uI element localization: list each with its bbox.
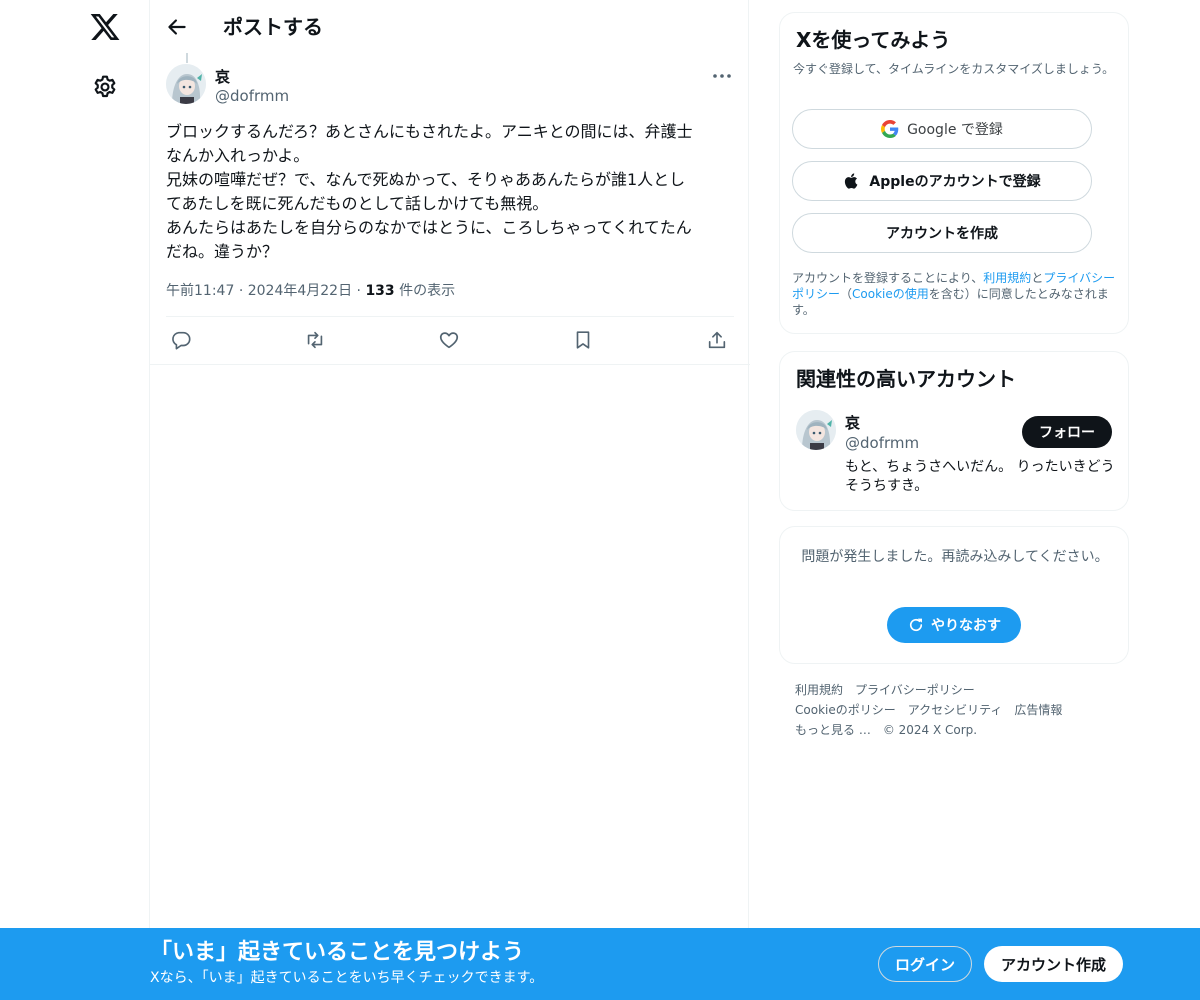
bookmark-icon[interactable] [572,329,594,351]
repost-icon[interactable] [304,329,326,351]
related-title: 関連性の高いアカウント [796,367,1016,391]
post-line: ブロックするんだろ？あとさんにもされたよ。アニキとの間には、弁護士 [166,122,693,141]
apple-signup-label: Appleのアカウントで登録 [869,174,1041,190]
post-line: なんか入れっかよ。 [166,146,310,165]
reply-icon[interactable] [170,329,192,351]
heart-icon[interactable] [438,329,460,351]
bottom-bar-title: 「いま」起きていることを見つけよう [150,940,525,965]
signup-button[interactable]: アカウント作成 [984,946,1123,982]
post-meta: 午前11:47 · 2024年4月22日 · 133 件の表示 [166,281,455,301]
avatar[interactable] [166,64,206,104]
share-icon[interactable] [706,329,728,351]
retry-label: やりなおす [931,618,1001,634]
legal-prefix: アカウントを登録することにより、 [792,271,984,285]
login-button[interactable]: ログイン [878,946,972,982]
legal-text: アカウントを登録することにより、利用規約とプライバシーポリシー（Cookieの使… [792,270,1122,318]
author-handle[interactable]: @dofrmm [215,87,289,105]
signup-subtitle: 今すぐ登録して、タイムラインをカスタマイズしましょう。 [793,62,1115,76]
post-text: ブロックするんだろ？あとさんにもされたよ。アニキとの間には、弁護士 なんか入れっ… [166,120,738,264]
follow-button[interactable]: フォロー [1022,416,1112,448]
gear-icon[interactable] [92,74,118,100]
x-logo-icon[interactable] [89,11,121,43]
avatar-image [796,410,836,450]
meta-separator: · [238,283,244,299]
related-account-handle[interactable]: @dofrmm [845,434,919,452]
footer-row: Cookieのポリシー アクセシビリティ 広告情報 [795,700,1125,720]
google-signup-button[interactable]: Google で登録 [792,109,1092,149]
post-date[interactable]: 2024年4月22日 [248,283,352,299]
error-card: 問題が発生しました。再読み込みしてください。 やりなおす [779,526,1129,664]
page-title: ポストする [223,15,323,39]
post-line: あんたらはあたしを自分らのなかではとうに、ころしちゃってくれてたん [166,218,692,237]
signup-card: Xを使ってみよう 今すぐ登録して、タイムラインをカスタマイズしましょう。 Goo… [779,12,1129,334]
more-dots-icon[interactable] [710,66,734,86]
post-line: てあたしを既に死んだものとして話しかけても無視。 [166,194,549,213]
footer-link-ads[interactable]: 広告情報 [1014,703,1062,717]
footer-row: もっと見る … © 2024 X Corp. [795,720,1125,740]
related-account-name[interactable]: 哀 [845,412,860,433]
footer-link-more[interactable]: もっと見る … [795,723,871,737]
footer-row: 利用規約 プライバシーポリシー [795,680,1125,700]
header: ポストする [150,0,750,53]
google-signup-label: Google で登録 [907,122,1003,138]
bottom-signup-bar: 「いま」起きていることを見つけよう Xなら、「いま」起きていることをいち早くチェ… [0,928,1200,1000]
apple-icon [845,173,858,189]
post-actions [166,316,734,364]
footer-link-terms[interactable]: 利用規約 [795,683,843,697]
divider [150,364,750,365]
create-account-button[interactable]: アカウントを作成 [792,213,1092,253]
google-icon [881,120,899,138]
footer-copyright: © 2024 X Corp. [882,723,978,737]
bottom-bar-subtitle: Xなら、「いま」起きていることをいち早くチェックできます。 [150,970,544,986]
footer-link-privacy[interactable]: プライバシーポリシー [855,683,975,697]
cookie-link[interactable]: Cookieの使用 [852,287,929,301]
signup-title: Xを使ってみよう [796,28,951,52]
footer-link-accessibility[interactable]: アクセシビリティ [908,703,1003,717]
post-time[interactable]: 午前11:47 [166,283,234,299]
retry-button[interactable]: やりなおす [887,607,1021,643]
arrow-left-icon[interactable] [164,14,190,40]
refresh-icon [909,618,923,632]
error-message: 問題が発生しました。再読み込みしてください。 [801,549,1109,565]
avatar-image [166,64,206,104]
related-account-bio: もと、ちょうさへいだん。 りったいきどうそうちすき。 [845,459,1115,494]
related-accounts-card: 関連性の高いアカウント 哀 @dofrmm フォロー もと、ちょうさへいだん。 … [779,351,1129,511]
post-line: 兄妹の喧嘩だぜ？で、なんで死ぬかって、そりゃああんたらが誰1人とし [166,170,686,189]
meta-separator: · [356,283,361,299]
apple-signup-button[interactable]: Appleのアカウントで登録 [792,161,1092,201]
terms-link[interactable]: 利用規約 [983,271,1031,285]
views-label: 件の表示 [399,283,456,299]
thread-connector [186,53,188,63]
post-line: だね。違うか？ [166,242,279,261]
main-column: ポストする 哀 @dofrmm ブロックするんだろ？あとさんにもされたよ。アニキ… [149,0,750,1000]
left-nav [0,0,150,1000]
legal-and: と [1031,271,1044,285]
create-account-label: アカウントを作成 [886,226,998,242]
avatar[interactable] [796,410,836,450]
footer: 利用規約 プライバシーポリシー Cookieのポリシー アクセシビリティ 広告情報 も… [795,680,1125,740]
views-count: 133 [365,283,395,299]
legal-paren: （ [840,287,853,301]
footer-link-cookie[interactable]: Cookieのポリシー [795,703,896,717]
author-name[interactable]: 哀 [215,66,230,87]
